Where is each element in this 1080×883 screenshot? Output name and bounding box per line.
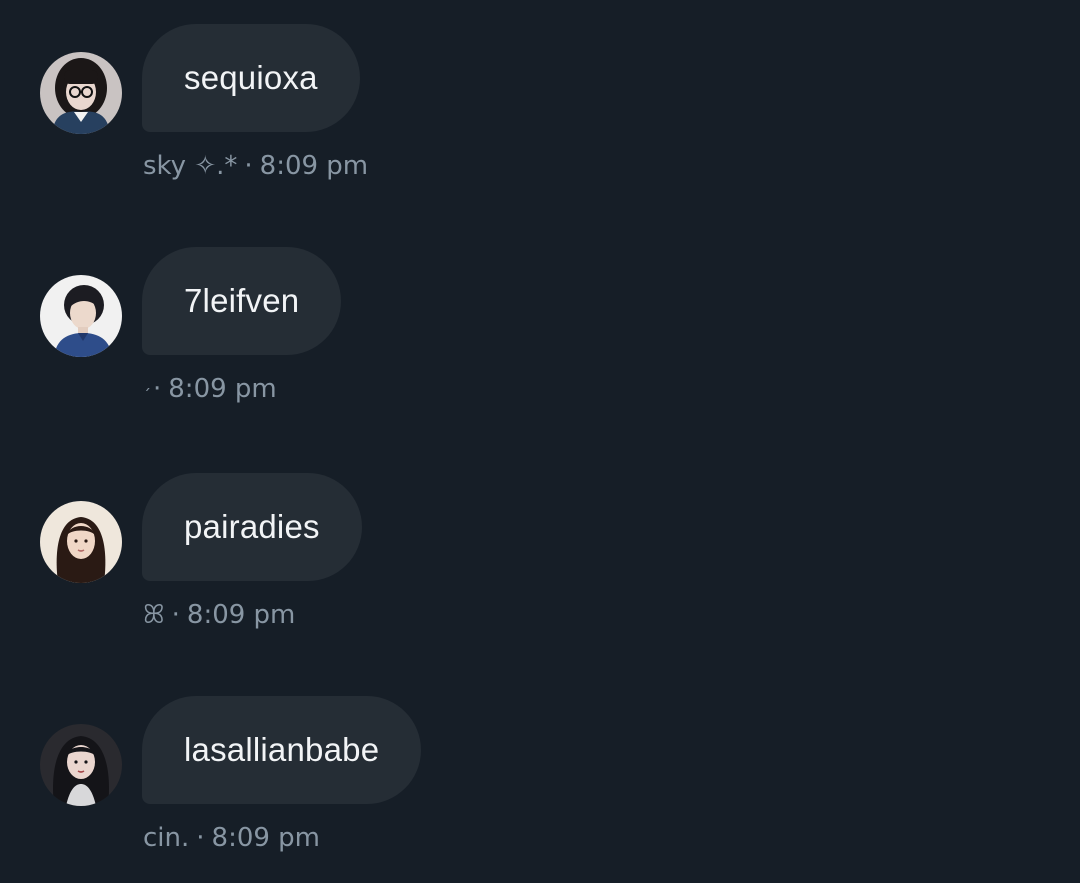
message-bubble[interactable]: sequioxa — [142, 24, 360, 132]
meta-separator: · — [153, 374, 162, 404]
message-row: 7leifven ˏ · 8:09 pm — [0, 247, 1080, 407]
timestamp: 8:09 pm — [168, 374, 277, 404]
message-bubble[interactable]: pairadies — [142, 473, 362, 581]
avatar-long-hair-girl-icon[interactable] — [40, 501, 122, 583]
message-row: lasallianbabe cin. · 8:09 pm — [0, 696, 1080, 856]
message-row: pairadies ꕤ · 8:09 pm — [0, 473, 1080, 633]
message-text: lasallianbabe — [184, 731, 380, 768]
message-bubble[interactable]: lasallianbabe — [142, 696, 422, 804]
message-text: pairadies — [184, 508, 320, 545]
message-text: 7leifven — [184, 282, 300, 319]
sender-name: cin. — [143, 823, 190, 853]
meta-separator: · — [196, 823, 205, 853]
timestamp: 8:09 pm — [186, 600, 296, 630]
dm-thread: sequioxa sky ✧.* · 8:09 pm 7leifven ˏ · … — [0, 0, 1080, 883]
avatar-image — [40, 501, 122, 583]
message-meta: cin. · 8:09 pm — [143, 823, 320, 853]
avatar-image — [40, 275, 122, 357]
avatar-glasses-girl-icon[interactable] — [40, 52, 122, 134]
sender-name: ꕤ — [143, 600, 165, 630]
timestamp: 8:09 pm — [211, 823, 321, 853]
message-meta: sky ✧.* · 8:09 pm — [143, 151, 368, 181]
avatar-boy-blue-shirt-icon[interactable] — [40, 275, 122, 357]
sender-name: ˏ — [143, 372, 151, 391]
sender-name: sky ✧.* — [143, 151, 238, 181]
message-row: sequioxa sky ✧.* · 8:09 pm — [0, 24, 1080, 184]
avatar-image — [40, 724, 122, 806]
meta-separator: · — [244, 151, 253, 181]
message-bubble[interactable]: 7leifven — [142, 247, 342, 355]
avatar-image — [40, 52, 122, 134]
meta-separator: · — [171, 600, 180, 630]
message-text: sequioxa — [184, 59, 318, 96]
timestamp: 8:09 pm — [259, 151, 369, 181]
avatar-dark-hair-girl-icon[interactable] — [40, 724, 122, 806]
message-meta: ꕤ · 8:09 pm — [143, 600, 295, 631]
message-meta: ˏ · 8:09 pm — [143, 372, 277, 404]
